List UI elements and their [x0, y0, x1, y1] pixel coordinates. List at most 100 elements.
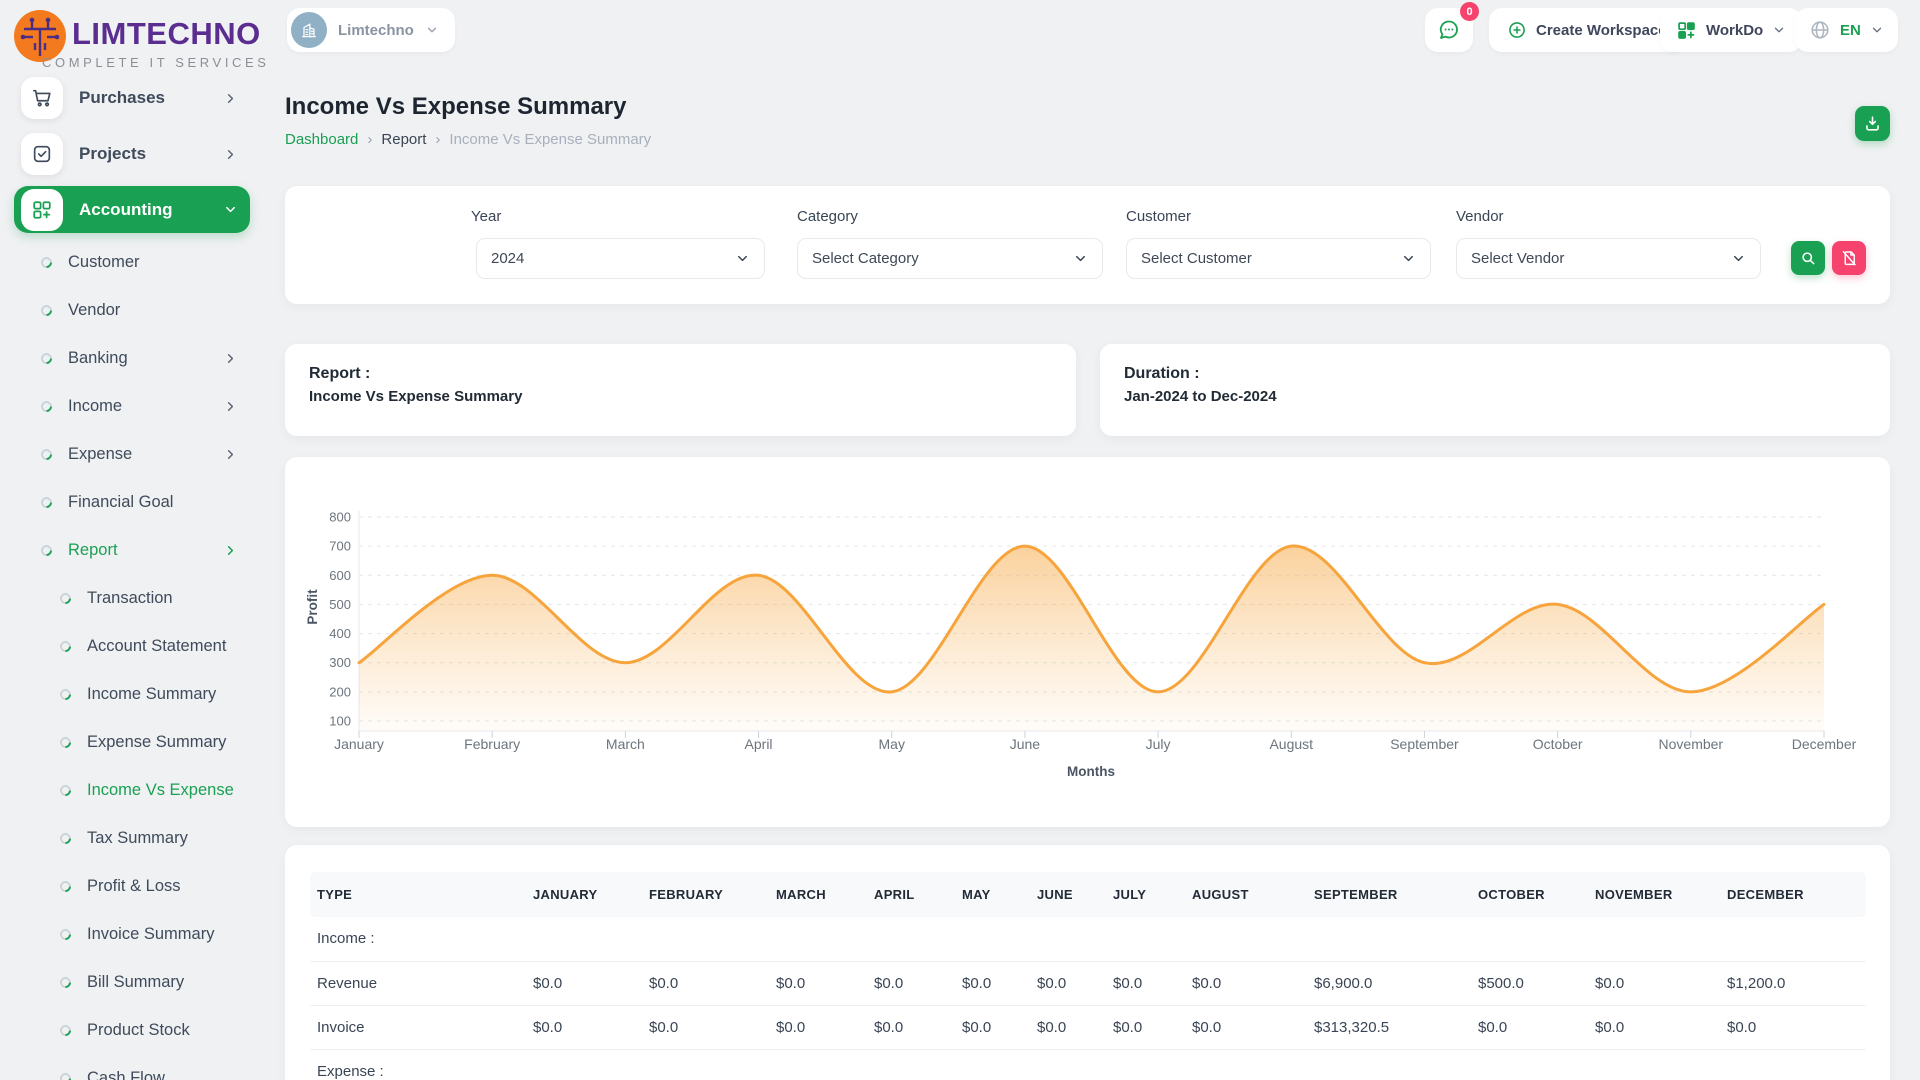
table-cell-value: $0.0 [1720, 1005, 1866, 1049]
chevron-down-icon [1073, 251, 1088, 266]
table-section-row: Income : [310, 917, 1866, 961]
filter-panel: Year 2024 Category Select Category Custo… [285, 186, 1890, 304]
table-cell-value: $0.0 [1588, 1005, 1720, 1049]
y-axis-title: Profit [305, 589, 320, 625]
duration-card-value: Jan-2024 to Dec-2024 [1124, 388, 1866, 405]
customer-label: Customer [1126, 208, 1191, 225]
sidebar-item-vendor[interactable]: Vendor [14, 288, 250, 332]
sidebar-item-income[interactable]: Income [14, 384, 250, 428]
table-cell-value: $1,200.0 [1720, 961, 1866, 1005]
sidebar-item-projects[interactable]: Projects [14, 132, 250, 176]
table-header-may: MAY [955, 872, 1030, 917]
sidebar-item-transaction[interactable]: Transaction [14, 576, 250, 620]
vendor-select[interactable]: Select Vendor [1456, 238, 1761, 279]
sidebar-item-label: Tax Summary [87, 829, 250, 848]
sidebar-item-accounting[interactable]: Accounting [14, 186, 250, 233]
year-select[interactable]: 2024 [476, 238, 765, 279]
bullet-icon [39, 350, 55, 366]
customer-select[interactable]: Select Customer [1126, 238, 1431, 279]
reset-filter-button[interactable] [1832, 241, 1866, 275]
sidebar-item-profit-loss[interactable]: Profit & Loss [14, 864, 250, 908]
table-cell-value: $0.0 [1588, 961, 1720, 1005]
chevron-down-icon [425, 23, 439, 37]
table-cell-value: $0.0 [1106, 961, 1185, 1005]
x-tick-label: June [1010, 736, 1041, 752]
x-tick-label: October [1533, 736, 1583, 752]
breadcrumb-separator: › [367, 131, 372, 148]
chevron-down-icon [1401, 251, 1416, 266]
sidebar-item-product-stock[interactable]: Product Stock [14, 1008, 250, 1052]
messages-button[interactable]: 0 [1425, 8, 1473, 52]
vendor-label: Vendor [1456, 208, 1504, 225]
sidebar-item-label: Vendor [68, 301, 250, 320]
income-expense-table-card: TYPEJANUARYFEBRUARYMARCHAPRILMAYJUNEJULY… [285, 845, 1890, 1080]
sidebar-item-purchases[interactable]: Purchases [14, 76, 250, 120]
sidebar-item-label: Product Stock [87, 1021, 250, 1040]
table-row-revenue: Revenue$0.0$0.0$0.0$0.0$0.0$0.0$0.0$0.0$… [310, 961, 1866, 1005]
workspace-avatar [291, 12, 327, 48]
category-select[interactable]: Select Category [797, 238, 1103, 279]
sidebar-item-label: Expense Summary [87, 733, 250, 752]
sidebar-item-customer[interactable]: Customer [14, 240, 250, 284]
breadcrumb-dashboard[interactable]: Dashboard [285, 131, 358, 148]
bullet-icon [58, 686, 74, 702]
y-tick-label: 400 [329, 626, 351, 641]
chevron-right-icon [223, 543, 238, 558]
chevron-right-icon [223, 351, 238, 366]
table-cell-value: $0.0 [1030, 1005, 1106, 1049]
sidebar-item-banking[interactable]: Banking [14, 336, 250, 380]
brand-logo: LIMTECHNO COMPLETE IT SERVICES [14, 8, 254, 78]
apply-filter-button[interactable] [1791, 241, 1825, 275]
profit-area-chart: 100200300400500600700800JanuaryFebruaryM… [285, 457, 1890, 827]
page-title: Income Vs Expense Summary [285, 93, 626, 121]
breadcrumb-report[interactable]: Report [381, 131, 426, 148]
create-workspace-button[interactable]: Create Workspace [1489, 8, 1685, 52]
chevron-right-icon [223, 147, 238, 162]
sidebar-item-cash-flow[interactable]: Cash Flow [14, 1056, 250, 1080]
chevron-right-icon [223, 91, 238, 106]
download-button[interactable] [1855, 106, 1890, 141]
table-section-row: Expense : [310, 1049, 1866, 1080]
sidebar-item-label: Banking [68, 349, 223, 368]
table-header-june: JUNE [1030, 872, 1106, 917]
bullet-icon [58, 974, 74, 990]
y-tick-label: 300 [329, 655, 351, 670]
sidebar-item-account-statement[interactable]: Account Statement [14, 624, 250, 668]
workdo-menu[interactable]: WorkDo [1660, 8, 1802, 52]
workspace-selector[interactable]: Limtechno [287, 8, 455, 52]
breadcrumb-separator: › [435, 131, 440, 148]
report-card-title: Report : [309, 365, 1052, 383]
sidebar-item-tax-summary[interactable]: Tax Summary [14, 816, 250, 860]
table-cell-value: $0.0 [955, 1005, 1030, 1049]
chevron-down-icon [1731, 251, 1746, 266]
sidebar-item-label: Report [68, 541, 223, 560]
sidebar-item-income-vs-expense[interactable]: Income Vs Expense [14, 768, 250, 812]
bullet-icon [39, 446, 55, 462]
sidebar-item-expense-summary[interactable]: Expense Summary [14, 720, 250, 764]
y-tick-label: 600 [329, 568, 351, 583]
table-header-november: NOVEMBER [1588, 872, 1720, 917]
bullet-icon [39, 254, 55, 270]
table-cell-value: $0.0 [769, 1005, 867, 1049]
table-cell-value: $0.0 [769, 961, 867, 1005]
year-label: Year [471, 208, 501, 225]
bullet-icon [58, 734, 74, 750]
sidebar-item-label: Account Statement [87, 637, 250, 656]
bullet-icon [58, 878, 74, 894]
sidebar-item-label: Profit & Loss [87, 877, 250, 896]
sidebar-item-expense[interactable]: Expense [14, 432, 250, 476]
sidebar-item-invoice-summary[interactable]: Invoice Summary [14, 912, 250, 956]
sidebar-item-report[interactable]: Report [14, 528, 250, 572]
table-header-april: APRIL [867, 872, 955, 917]
table-cell-value: $0.0 [1185, 961, 1307, 1005]
download-icon [1863, 114, 1882, 133]
profit-chart-card: 100200300400500600700800JanuaryFebruaryM… [285, 457, 1890, 827]
bullet-icon [58, 782, 74, 798]
sidebar-item-bill-summary[interactable]: Bill Summary [14, 960, 250, 1004]
language-selector[interactable]: EN [1795, 8, 1898, 52]
sidebar-item-financial-goal[interactable]: Financial Goal [14, 480, 250, 524]
sidebar-item-income-summary[interactable]: Income Summary [14, 672, 250, 716]
x-tick-label: December [1792, 736, 1857, 752]
category-label: Category [797, 208, 858, 225]
breadcrumb-current: Income Vs Expense Summary [449, 131, 651, 148]
